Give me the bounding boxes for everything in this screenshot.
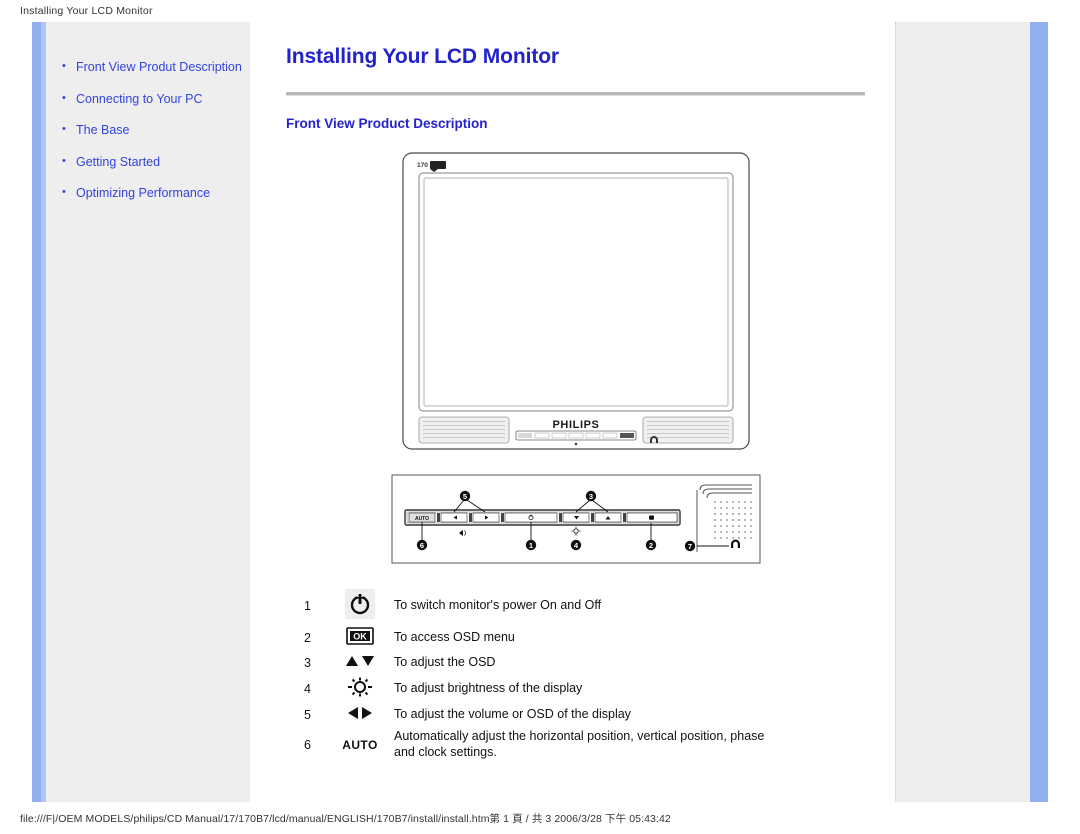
legend-number: 2 <box>304 630 311 645</box>
power-icon <box>334 587 394 624</box>
volume-right-key-icon <box>472 512 499 523</box>
right-blue-rail <box>1030 22 1048 802</box>
osd-down-key-icon <box>562 512 589 523</box>
svg-text:170: 170 <box>417 162 428 169</box>
svg-text:2: 2 <box>648 541 652 550</box>
brand-label: PHILIPS <box>552 419 599 431</box>
main-content: Installing Your LCD Monitor Front View P… <box>250 22 895 802</box>
callout-6: 6 <box>416 539 427 551</box>
legend-number: 5 <box>304 707 311 722</box>
left-speaker-grille-icon <box>418 416 509 444</box>
callout-3: 3 <box>585 490 596 502</box>
legend-description: Automatically adjust the horizontal posi… <box>394 729 765 759</box>
sidebar-item-list: Front View Produt Description Connecting… <box>46 59 250 201</box>
volume-left-key-icon <box>440 512 467 523</box>
svg-text:6: 6 <box>419 541 423 550</box>
svg-text:7: 7 <box>687 542 691 551</box>
svg-text:OK: OK <box>353 632 367 642</box>
table-row: 6 AUTO Automatically adjust the horizont… <box>304 726 774 763</box>
ok-icon: OK <box>334 624 394 651</box>
svg-text:AUTO: AUTO <box>414 516 428 522</box>
control-callout-figure: AUTO 6 5 1 3 4 2 7 <box>286 474 865 569</box>
table-row: 4 To adjust brightness of the display <box>304 674 774 703</box>
sidebar-item-optimizing-performance[interactable]: Optimizing Performance <box>62 185 250 201</box>
svg-text:1: 1 <box>528 541 532 550</box>
legend-number: 4 <box>304 681 311 696</box>
auto-text-icon: AUTO <box>342 737 378 752</box>
sidebar-item-label: Front View Produt Description <box>76 60 242 74</box>
sidebar-item-label: The Base <box>76 123 130 137</box>
legend-description: To adjust the OSD <box>394 654 496 669</box>
brightness-icon <box>334 674 394 703</box>
svg-text:5: 5 <box>462 492 466 501</box>
left-right-icon <box>334 703 394 726</box>
callout-1: 1 <box>525 539 536 551</box>
sidebar-item-front-view[interactable]: Front View Produt Description <box>62 59 250 75</box>
title-divider <box>286 92 865 96</box>
print-header-title: Installing Your LCD Monitor <box>20 5 153 17</box>
legend-number: 6 <box>304 737 311 752</box>
callout-7: 7 <box>684 540 695 552</box>
section-title: Front View Product Description <box>286 116 488 131</box>
legend-description: To access OSD menu <box>394 629 515 644</box>
control-callout-illustration: AUTO 6 5 1 3 4 2 7 <box>391 474 760 564</box>
document-page: Front View Produt Description Connecting… <box>32 22 1048 802</box>
legend-number: 3 <box>304 655 311 670</box>
control-legend-table: 1 To switch monitor's power On and Off 2… <box>304 587 774 763</box>
sidebar-item-connecting-pc[interactable]: Connecting to Your PC <box>62 91 250 107</box>
power-key-icon <box>504 512 557 523</box>
print-footer-path: file:///F|/OEM MODELS/philips/CD Manual/… <box>20 813 671 825</box>
sidebar-item-getting-started[interactable]: Getting Started <box>62 154 250 170</box>
right-margin-column <box>895 22 1030 802</box>
sidebar-navigation: Front View Produt Description Connecting… <box>46 22 250 802</box>
monitor-illustration: 170 PHILIPS <box>401 152 750 450</box>
svg-text:3: 3 <box>588 492 592 501</box>
table-row: 2 OK To access OSD menu <box>304 624 774 651</box>
legend-description: To adjust brightness of the display <box>394 680 583 695</box>
sidebar-item-label: Optimizing Performance <box>76 186 211 200</box>
table-row: 5 To adjust the volume or OSD of the dis… <box>304 703 774 726</box>
sidebar-item-label: Getting Started <box>76 154 161 169</box>
left-blue-rail <box>32 22 46 802</box>
osd-up-key-icon <box>594 512 621 523</box>
callout-2: 2 <box>645 539 656 551</box>
table-row: 3 To adjust the OSD <box>304 651 774 674</box>
callout-4: 4 <box>570 539 581 551</box>
auto-key-icon: AUTO <box>408 512 435 523</box>
legend-description: To switch monitor's power On and Off <box>394 597 602 612</box>
legend-number: 1 <box>304 598 311 613</box>
callout-5: 5 <box>459 490 470 502</box>
page-title: Installing Your LCD Monitor <box>286 45 560 68</box>
sidebar-item-label: Connecting to Your PC <box>76 91 203 106</box>
monitor-front-view-figure: 170 PHILIPS <box>286 151 865 456</box>
sidebar-item-the-base[interactable]: The Base <box>62 122 250 138</box>
up-down-icon <box>334 651 394 674</box>
ok-key-icon <box>626 512 677 523</box>
table-row: 1 To switch monitor's power On and Off <box>304 587 774 624</box>
legend-description: To adjust the volume or OSD of the displ… <box>394 706 631 721</box>
